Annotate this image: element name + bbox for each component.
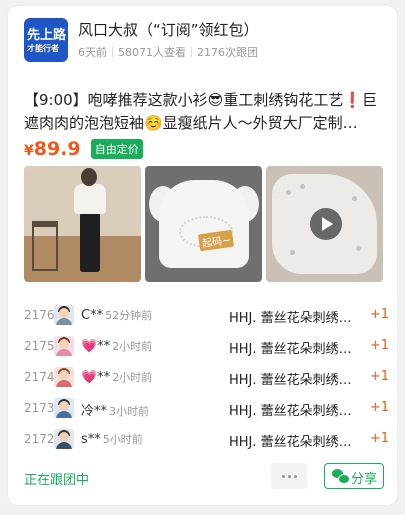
view-count: 58071人查看 <box>118 46 186 59</box>
ordered-item: HHJ. 蕾丝花朵刺绣… <box>229 342 352 357</box>
avatar-body <box>56 411 72 418</box>
price-row: ¥89.9 自由定价 <box>24 138 143 164</box>
play-triangle <box>322 217 333 231</box>
price: ¥89.9 <box>24 138 81 160</box>
follow-number: 2173 <box>24 401 55 415</box>
eyelet-hole <box>352 196 357 201</box>
more-button[interactable] <box>271 463 307 489</box>
avatar-face <box>59 432 69 442</box>
follow-count: 2176次跟团 <box>197 46 258 59</box>
follow-number: 2176 <box>24 308 55 322</box>
order-quantity: +1 <box>369 431 389 446</box>
follower-name: C** 52分钟前 <box>81 307 152 323</box>
avatar-face <box>59 308 69 318</box>
order-quantity: +1 <box>369 369 389 384</box>
list-item[interactable]: 2175 💗** 2小时前 HHJ. 蕾丝花朵刺绣… +1 <box>24 331 389 362</box>
list-item[interactable]: 2172 s** 5小时前 HHJ. 蕾丝花朵刺绣… +1 <box>24 424 389 455</box>
follow-number: 2174 <box>24 370 55 384</box>
follow-time: 52分钟前 <box>105 309 153 322</box>
model-legs <box>80 212 100 272</box>
product-image-model[interactable] <box>24 166 141 282</box>
follower-name: 💗** 2小时前 <box>81 369 152 385</box>
avatar-body <box>56 380 72 387</box>
ordered-item: HHJ. 蕾丝花朵刺绣… <box>229 311 352 326</box>
play-icon[interactable] <box>310 208 342 240</box>
share-button[interactable]: 分享 <box>324 463 384 489</box>
model-shirt <box>74 184 106 214</box>
follow-number: 2175 <box>24 339 55 353</box>
list-item[interactable]: 2174 💗** 2小时前 HHJ. 蕾丝花朵刺绣… +1 <box>24 362 389 393</box>
order-quantity: +1 <box>369 400 389 415</box>
currency-symbol: ¥ <box>24 143 34 159</box>
ordered-item: HHJ. 蕾丝花朵刺绣… <box>229 404 352 419</box>
follower-nickname: 💗** <box>81 339 111 354</box>
product-description[interactable]: 【9:00】咆哮推荐这款小衫😎重工刺绣钩花工艺❗巨 遮肉肉的泡泡短袖☺️显瘦纸片… <box>24 89 386 135</box>
avatar <box>54 367 74 387</box>
eyelet-hole <box>356 246 361 251</box>
avatar-face <box>59 370 69 380</box>
avatar <box>54 398 74 418</box>
follow-time: 3小时前 <box>109 405 150 418</box>
follow-time: 2小时前 <box>112 340 153 353</box>
description-line-2: 遮肉肉的泡泡短袖☺️显瘦纸片人～外贸大厂定制… <box>24 114 358 132</box>
follower-name: 💗** 2小时前 <box>81 338 152 354</box>
avatar-text-line2: 才能行者 <box>27 44 59 53</box>
follow-time: 2小时前 <box>112 371 153 384</box>
group-card[interactable]: 先上路 才能行者 风口大叔（“订阅”领红包） 6天前 58071人查看 2176次跟… <box>8 6 397 505</box>
more-dot-icon <box>288 475 291 478</box>
group-meta: 6天前 58071人查看 2176次跟团 <box>78 44 258 60</box>
price-tag: 自由定价 <box>90 139 143 159</box>
follow-number: 2172 <box>24 432 55 446</box>
share-label: 分享 <box>351 472 378 487</box>
price-value: 89.9 <box>33 138 81 160</box>
eyelet-hole <box>290 250 295 255</box>
avatar-text-line1: 先上路 <box>27 28 67 43</box>
follower-name: s** 5小时前 <box>81 431 143 447</box>
avatar-face <box>59 339 69 349</box>
follower-nickname: C** <box>81 308 104 323</box>
avatar <box>54 336 74 356</box>
follow-status: 正在跟团中 <box>24 473 90 488</box>
more-dot-icon <box>294 475 297 478</box>
group-title[interactable]: 风口大叔（“订阅”领红包） <box>78 19 259 40</box>
meta-divider <box>112 47 113 57</box>
post-age: 6天前 <box>78 46 107 59</box>
follower-nickname: 冷** <box>81 404 108 419</box>
description-line-1: 【9:00】咆哮推荐这款小衫😎重工刺绣钩花工艺❗巨 <box>24 91 378 109</box>
wechat-icon <box>332 469 350 484</box>
avatar-body <box>56 318 72 325</box>
ordered-item: HHJ. 蕾丝花朵刺绣… <box>229 435 352 450</box>
list-item[interactable]: 2173 冷** 3小时前 HHJ. 蕾丝花朵刺绣… +1 <box>24 393 389 424</box>
product-image-shirt[interactable]: 起码~ <box>145 166 262 282</box>
avatar-body <box>56 442 72 449</box>
avatar <box>54 305 74 325</box>
follower-nickname: s** <box>81 432 101 447</box>
ordered-item: HHJ. 蕾丝花朵刺绣… <box>229 373 352 388</box>
wechat-bubble-small <box>338 474 350 484</box>
follower-name: 冷** 3小时前 <box>81 400 149 419</box>
follower-nickname: 💗** <box>81 370 111 385</box>
list-item[interactable]: 2176 C** 52分钟前 HHJ. 蕾丝花朵刺绣… +1 <box>24 300 389 331</box>
eyelet-hole <box>286 190 291 195</box>
model-head <box>81 168 97 186</box>
product-images: 起码~ <box>24 166 383 282</box>
more-dot-icon <box>282 475 285 478</box>
chair-shape <box>32 221 58 271</box>
avatar-body <box>56 349 72 356</box>
avatar <box>54 429 74 449</box>
avatar-face <box>59 401 69 411</box>
product-video[interactable] <box>266 166 383 282</box>
order-quantity: +1 <box>369 307 389 322</box>
eyelet-hole <box>300 184 305 189</box>
group-avatar[interactable]: 先上路 才能行者 <box>24 18 68 62</box>
group-header[interactable]: 先上路 才能行者 风口大叔（“订阅”领红包） 6天前 58071人查看 2176次跟… <box>24 18 385 64</box>
follower-list: 2176 C** 52分钟前 HHJ. 蕾丝花朵刺绣… +1 2175 💗** 2小… <box>24 300 389 455</box>
order-quantity: +1 <box>369 338 389 353</box>
meta-divider <box>191 47 192 57</box>
follow-time: 5小时前 <box>102 433 143 446</box>
